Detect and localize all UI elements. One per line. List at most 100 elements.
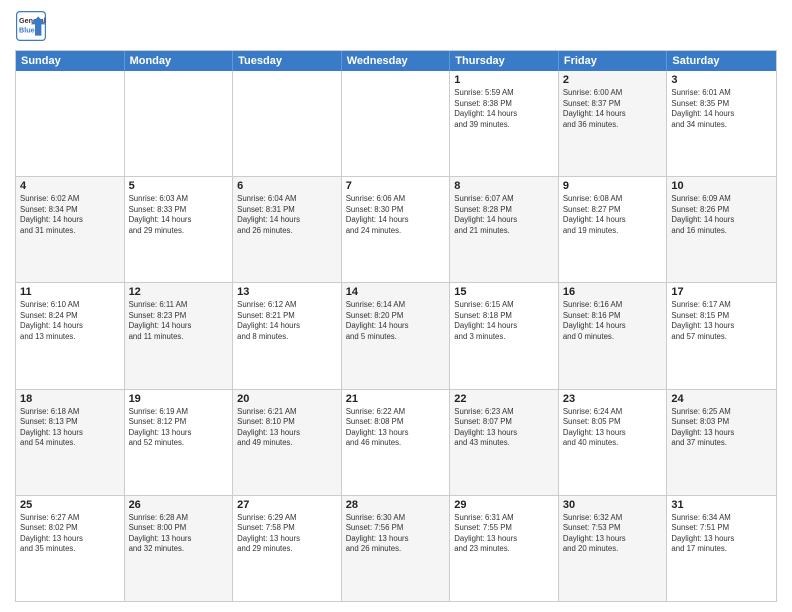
day-number: 21	[346, 393, 446, 405]
day-info: Sunrise: 5:59 AM Sunset: 8:38 PM Dayligh…	[454, 88, 554, 130]
day-info: Sunrise: 6:34 AM Sunset: 7:51 PM Dayligh…	[671, 513, 772, 555]
logo-icon: General Blue	[15, 10, 47, 42]
day-number: 19	[129, 393, 229, 405]
day-cell-18: 18 Sunrise: 6:18 AM Sunset: 8:13 PM Dayli…	[16, 390, 125, 495]
day-cell-19: 19 Sunrise: 6:19 AM Sunset: 8:12 PM Dayli…	[125, 390, 234, 495]
calendar-row-2: 11 Sunrise: 6:10 AM Sunset: 8:24 PM Dayli…	[16, 282, 776, 388]
day-info: Sunrise: 6:24 AM Sunset: 8:05 PM Dayligh…	[563, 407, 663, 449]
day-cell-22: 22Sunrise: 6:23 AM Sunset: 8:07 PM Dayli…	[450, 390, 559, 495]
day-cell-15: 15 Sunrise: 6:15 AM Sunset: 8:18 PM Dayli…	[450, 283, 559, 388]
day-info: Sunrise: 6:32 AM Sunset: 7:53 PM Dayligh…	[563, 513, 663, 555]
day-info: Sunrise: 6:03 AM Sunset: 8:33 PM Dayligh…	[129, 194, 229, 236]
day-cell-26: 26 Sunrise: 6:28 AM Sunset: 8:00 PM Dayli…	[125, 496, 234, 601]
header-day-wednesday: Wednesday	[342, 51, 451, 71]
day-cell-7: 7Sunrise: 6:06 AM Sunset: 8:30 PM Daylig…	[342, 177, 451, 282]
day-number: 26	[129, 499, 229, 511]
day-cell-5: 5 Sunrise: 6:03 AM Sunset: 8:33 PM Daylig…	[125, 177, 234, 282]
day-number: 23	[563, 393, 663, 405]
day-cell-4: 4 Sunrise: 6:02 AM Sunset: 8:34 PM Daylig…	[16, 177, 125, 282]
day-cell-23: 23 Sunrise: 6:24 AM Sunset: 8:05 PM Dayli…	[559, 390, 668, 495]
day-number: 24	[671, 393, 772, 405]
day-info: Sunrise: 6:10 AM Sunset: 8:24 PM Dayligh…	[20, 300, 120, 342]
day-info: Sunrise: 6:07 AM Sunset: 8:28 PM Dayligh…	[454, 194, 554, 236]
day-cell-10: 10Sunrise: 6:09 AM Sunset: 8:26 PM Dayli…	[667, 177, 776, 282]
calendar-row-1: 4 Sunrise: 6:02 AM Sunset: 8:34 PM Daylig…	[16, 176, 776, 282]
svg-text:Blue: Blue	[19, 25, 35, 34]
calendar-row-3: 18 Sunrise: 6:18 AM Sunset: 8:13 PM Dayli…	[16, 389, 776, 495]
page: General Blue SundayMondayTuesdayWednesda…	[0, 0, 792, 612]
day-info: Sunrise: 6:04 AM Sunset: 8:31 PM Dayligh…	[237, 194, 337, 236]
day-number: 14	[346, 286, 446, 298]
day-info: Sunrise: 6:18 AM Sunset: 8:13 PM Dayligh…	[20, 407, 120, 449]
day-cell-28: 28 Sunrise: 6:30 AM Sunset: 7:56 PM Dayli…	[342, 496, 451, 601]
day-info: Sunrise: 6:15 AM Sunset: 8:18 PM Dayligh…	[454, 300, 554, 342]
day-number: 13	[237, 286, 337, 298]
day-info: Sunrise: 6:00 AM Sunset: 8:37 PM Dayligh…	[563, 88, 663, 130]
day-info: Sunrise: 6:02 AM Sunset: 8:34 PM Dayligh…	[20, 194, 120, 236]
day-info: Sunrise: 6:30 AM Sunset: 7:56 PM Dayligh…	[346, 513, 446, 555]
day-cell-29: 29 Sunrise: 6:31 AM Sunset: 7:55 PM Dayli…	[450, 496, 559, 601]
day-number: 15	[454, 286, 554, 298]
day-number: 30	[563, 499, 663, 511]
empty-cell-0-0	[16, 71, 125, 176]
header: General Blue	[15, 10, 777, 42]
day-number: 31	[671, 499, 772, 511]
day-info: Sunrise: 6:25 AM Sunset: 8:03 PM Dayligh…	[671, 407, 772, 449]
calendar-header-row: SundayMondayTuesdayWednesdayThursdayFrid…	[16, 51, 776, 71]
day-cell-31: 31 Sunrise: 6:34 AM Sunset: 7:51 PM Dayli…	[667, 496, 776, 601]
day-number: 25	[20, 499, 120, 511]
empty-cell-0-3	[342, 71, 451, 176]
day-cell-21: 21 Sunrise: 6:22 AM Sunset: 8:08 PM Dayli…	[342, 390, 451, 495]
day-number: 28	[346, 499, 446, 511]
day-info: Sunrise: 6:12 AM Sunset: 8:21 PM Dayligh…	[237, 300, 337, 342]
day-number: 5	[129, 180, 229, 192]
day-cell-11: 11 Sunrise: 6:10 AM Sunset: 8:24 PM Dayli…	[16, 283, 125, 388]
calendar-row-4: 25 Sunrise: 6:27 AM Sunset: 8:02 PM Dayli…	[16, 495, 776, 601]
day-info: Sunrise: 6:29 AM Sunset: 7:58 PM Dayligh…	[237, 513, 337, 555]
day-cell-12: 12Sunrise: 6:11 AM Sunset: 8:23 PM Dayli…	[125, 283, 234, 388]
day-info: Sunrise: 6:21 AM Sunset: 8:10 PM Dayligh…	[237, 407, 337, 449]
day-number: 17	[671, 286, 772, 298]
day-info: Sunrise: 6:28 AM Sunset: 8:00 PM Dayligh…	[129, 513, 229, 555]
day-cell-25: 25 Sunrise: 6:27 AM Sunset: 8:02 PM Dayli…	[16, 496, 125, 601]
header-day-thursday: Thursday	[450, 51, 559, 71]
header-day-saturday: Saturday	[667, 51, 776, 71]
day-info: Sunrise: 6:22 AM Sunset: 8:08 PM Dayligh…	[346, 407, 446, 449]
day-cell-2: 2 Sunrise: 6:00 AM Sunset: 8:37 PM Daylig…	[559, 71, 668, 176]
day-cell-27: 27 Sunrise: 6:29 AM Sunset: 7:58 PM Dayli…	[233, 496, 342, 601]
day-info: Sunrise: 6:27 AM Sunset: 8:02 PM Dayligh…	[20, 513, 120, 555]
day-number: 4	[20, 180, 120, 192]
header-day-tuesday: Tuesday	[233, 51, 342, 71]
day-info: Sunrise: 6:08 AM Sunset: 8:27 PM Dayligh…	[563, 194, 663, 236]
day-number: 16	[563, 286, 663, 298]
day-number: 20	[237, 393, 337, 405]
day-number: 27	[237, 499, 337, 511]
day-info: Sunrise: 6:31 AM Sunset: 7:55 PM Dayligh…	[454, 513, 554, 555]
day-cell-13: 13 Sunrise: 6:12 AM Sunset: 8:21 PM Dayli…	[233, 283, 342, 388]
day-cell-8: 8Sunrise: 6:07 AM Sunset: 8:28 PM Daylig…	[450, 177, 559, 282]
calendar-row-0: 1 Sunrise: 5:59 AM Sunset: 8:38 PM Daylig…	[16, 71, 776, 176]
calendar-body: 1 Sunrise: 5:59 AM Sunset: 8:38 PM Daylig…	[16, 71, 776, 601]
day-info: Sunrise: 6:01 AM Sunset: 8:35 PM Dayligh…	[671, 88, 772, 130]
logo: General Blue	[15, 10, 47, 42]
day-info: Sunrise: 6:14 AM Sunset: 8:20 PM Dayligh…	[346, 300, 446, 342]
day-info: Sunrise: 6:16 AM Sunset: 8:16 PM Dayligh…	[563, 300, 663, 342]
day-number: 29	[454, 499, 554, 511]
day-number: 11	[20, 286, 120, 298]
day-number: 6	[237, 180, 337, 192]
day-info: Sunrise: 6:17 AM Sunset: 8:15 PM Dayligh…	[671, 300, 772, 342]
header-day-friday: Friday	[559, 51, 668, 71]
day-cell-30: 30 Sunrise: 6:32 AM Sunset: 7:53 PM Dayli…	[559, 496, 668, 601]
day-cell-20: 20 Sunrise: 6:21 AM Sunset: 8:10 PM Dayli…	[233, 390, 342, 495]
empty-cell-0-2	[233, 71, 342, 176]
day-info: Sunrise: 6:06 AM Sunset: 8:30 PM Dayligh…	[346, 194, 446, 236]
day-info: Sunrise: 6:11 AM Sunset: 8:23 PM Dayligh…	[129, 300, 229, 342]
day-number: 18	[20, 393, 120, 405]
day-info: Sunrise: 6:09 AM Sunset: 8:26 PM Dayligh…	[671, 194, 772, 236]
day-cell-16: 16 Sunrise: 6:16 AM Sunset: 8:16 PM Dayli…	[559, 283, 668, 388]
day-cell-1: 1 Sunrise: 5:59 AM Sunset: 8:38 PM Daylig…	[450, 71, 559, 176]
day-number: 1	[454, 74, 554, 86]
day-number: 3	[671, 74, 772, 86]
day-number: 2	[563, 74, 663, 86]
day-info: Sunrise: 6:19 AM Sunset: 8:12 PM Dayligh…	[129, 407, 229, 449]
